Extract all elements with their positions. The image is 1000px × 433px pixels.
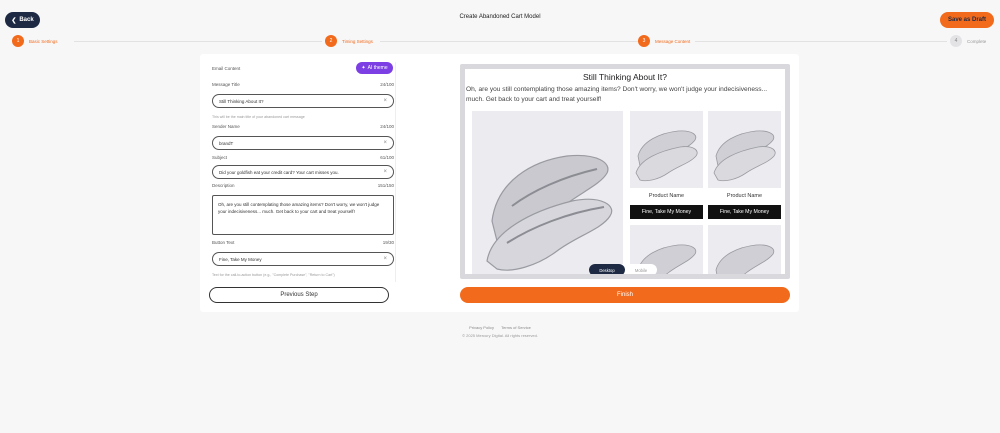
- step-connector: [74, 41, 322, 42]
- product-name: Product Name: [726, 193, 763, 199]
- message-title-hint: This will be the main title of your aban…: [212, 115, 305, 119]
- subject-label: Subject: [212, 155, 228, 160]
- shoe-image: [713, 130, 776, 182]
- description-textarea[interactable]: Oh, are you still contemplating those am…: [212, 195, 394, 235]
- button-text-value: Fine, Take My Money: [219, 256, 262, 262]
- button-text-header: Button Text 19/30: [212, 240, 394, 245]
- button-text-input[interactable]: Fine, Take My Money ×: [212, 252, 394, 266]
- clear-icon[interactable]: ×: [383, 140, 387, 146]
- sender-name-header: Sender Name 24/100: [212, 124, 394, 129]
- message-title-count: 24/100: [380, 82, 394, 87]
- clear-icon[interactable]: ×: [383, 169, 387, 175]
- sender-name-count: 24/100: [380, 124, 394, 129]
- product-image: [708, 111, 781, 188]
- preview-description: Oh, are you still contemplating those am…: [466, 86, 768, 103]
- step-timing-settings[interactable]: 2 Timing Settings: [325, 35, 373, 47]
- step-label: Message Content: [655, 38, 691, 44]
- product-image: [630, 111, 703, 188]
- subject-input[interactable]: Did your goldfish eat your credit card? …: [212, 165, 394, 179]
- subject-header: Subject 61/100: [212, 155, 394, 160]
- button-text-hint: Text for the call-to-action button (e.g.…: [212, 273, 335, 277]
- step-label: Timing Settings: [342, 38, 373, 44]
- product-image: [708, 225, 781, 274]
- email-preview-frame: Still Thinking About It? Oh, are you sti…: [460, 64, 790, 279]
- message-title-header: Message Title 24/100: [212, 82, 394, 87]
- sparkle-icon: ✦: [361, 65, 366, 71]
- content-card: Email Content ✦ AI theme Message Title 2…: [200, 54, 799, 312]
- step-number: 1: [12, 35, 24, 47]
- description-label: Description: [212, 183, 235, 188]
- step-basic-settings[interactable]: 1 Basic Settings: [12, 35, 58, 47]
- product-cta-button[interactable]: Fine, Take My Money: [708, 205, 781, 219]
- sender-name-input[interactable]: brandT ×: [212, 136, 394, 150]
- step-complete[interactable]: 4 Complete: [950, 35, 986, 47]
- ai-theme-button[interactable]: ✦ AI theme: [356, 62, 393, 74]
- clear-icon[interactable]: ×: [383, 256, 387, 262]
- email-preview: Still Thinking About It? Oh, are you sti…: [465, 69, 785, 274]
- step-number: 3: [638, 35, 650, 47]
- subject-value: Did your goldfish eat your credit card? …: [219, 169, 339, 175]
- previous-step-button[interactable]: Previous Step: [209, 287, 389, 303]
- description-count: 151/150: [377, 183, 394, 188]
- stepper: 1 Basic Settings 2 Timing Settings 3 Mes…: [12, 35, 990, 47]
- subject-count: 61/100: [380, 155, 394, 160]
- page-title: Create Abandoned Cart Model: [459, 14, 541, 20]
- section-label: Email Content: [212, 66, 241, 71]
- description-header: Description 151/150: [212, 183, 394, 188]
- desktop-toggle[interactable]: Desktop: [589, 264, 625, 274]
- message-title-label: Message Title: [212, 82, 240, 87]
- privacy-link[interactable]: Privacy Policy: [469, 325, 494, 330]
- product-name: Product Name: [648, 193, 685, 199]
- copyright: © 2025 Mercury Digital. All rights reser…: [462, 333, 538, 338]
- step-label: Basic Settings: [29, 38, 58, 44]
- message-title-value: Still Thinking About It?: [219, 98, 264, 104]
- step-number: 4: [950, 35, 962, 47]
- email-content-form: Email Content ✦ AI theme Message Title 2…: [212, 62, 396, 282]
- sender-name-label: Sender Name: [212, 124, 240, 129]
- finish-button[interactable]: Finish: [460, 287, 790, 303]
- shoe-image: [486, 154, 613, 271]
- footer-links: Privacy Policy Terms of Service: [0, 325, 1000, 330]
- message-title-input[interactable]: Still Thinking About It? ×: [212, 94, 394, 108]
- product-image-main: [472, 111, 623, 274]
- shoe-image: [715, 244, 775, 274]
- button-text-count: 19/30: [382, 240, 394, 245]
- step-connector: [695, 41, 947, 42]
- step-label: Complete: [967, 38, 987, 44]
- sender-name-value: brandT: [219, 140, 234, 146]
- step-message-content[interactable]: 3 Message Content: [638, 35, 690, 47]
- clear-icon[interactable]: ×: [383, 98, 387, 104]
- save-draft-button[interactable]: Save as Draft: [940, 12, 994, 28]
- step-connector: [380, 41, 642, 42]
- ai-theme-label: AI theme: [367, 65, 388, 71]
- top-bar: ❮ Back Create Abandoned Cart Model Save …: [0, 0, 1000, 38]
- preview-title: Still Thinking About It?: [583, 72, 667, 82]
- device-toggle: Desktop Mobile: [589, 264, 657, 274]
- step-number: 2: [325, 35, 337, 47]
- button-text-label: Button Text: [212, 240, 235, 245]
- mobile-toggle[interactable]: Mobile: [625, 264, 657, 274]
- terms-link[interactable]: Terms of Service: [501, 325, 531, 330]
- shoe-image: [635, 130, 698, 182]
- product-cta-button[interactable]: Fine, Take My Money: [630, 205, 703, 219]
